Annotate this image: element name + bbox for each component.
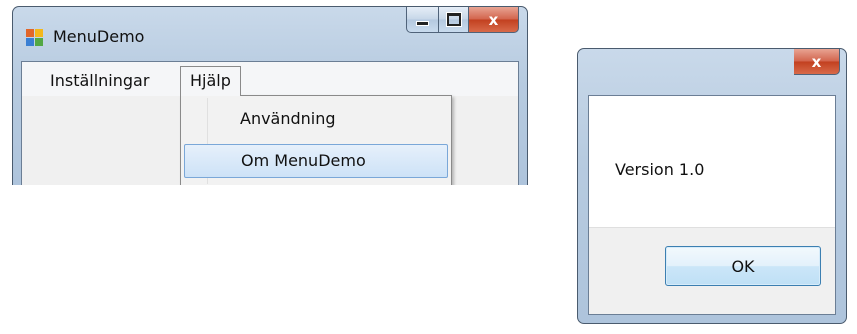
menu-bar: Inställningar Hjälp (22, 62, 518, 96)
menu-hjalp[interactable]: Hjälp (180, 66, 241, 96)
menu-item-om-menudemo[interactable]: Om MenuDemo (184, 144, 448, 178)
maximize-icon (446, 13, 461, 26)
app-icon[interactable] (26, 29, 44, 47)
hjalp-dropdown: Användning Om MenuDemo (180, 95, 452, 185)
message-box-footer: OK (589, 227, 835, 314)
ok-button[interactable]: OK (665, 246, 821, 286)
message-box-body: Version 1.0 OK (588, 95, 836, 315)
caption-buttons: x (406, 7, 519, 33)
menudemo-window: MenuDemo x Inställningar Hjälp Användnin… (12, 6, 528, 185)
window-title: MenuDemo (53, 27, 145, 46)
menu-installningar[interactable]: Inställningar (41, 68, 158, 94)
menu-item-anvandning[interactable]: Användning (184, 102, 448, 136)
title-bar[interactable]: MenuDemo x (13, 7, 527, 55)
client-area: Inställningar Hjälp Användning Om MenuDe… (21, 61, 519, 185)
maximize-button[interactable] (439, 7, 469, 33)
about-message-box: x Version 1.0 OK (577, 48, 847, 324)
close-button[interactable]: x (469, 7, 519, 33)
minimize-icon (416, 21, 429, 26)
minimize-button[interactable] (406, 7, 439, 33)
close-icon: x (488, 10, 499, 29)
version-text: Version 1.0 (615, 160, 705, 179)
message-box-close-button[interactable]: x (794, 49, 840, 75)
message-box-caption-buttons: x (794, 49, 840, 75)
close-icon: x (811, 52, 822, 71)
